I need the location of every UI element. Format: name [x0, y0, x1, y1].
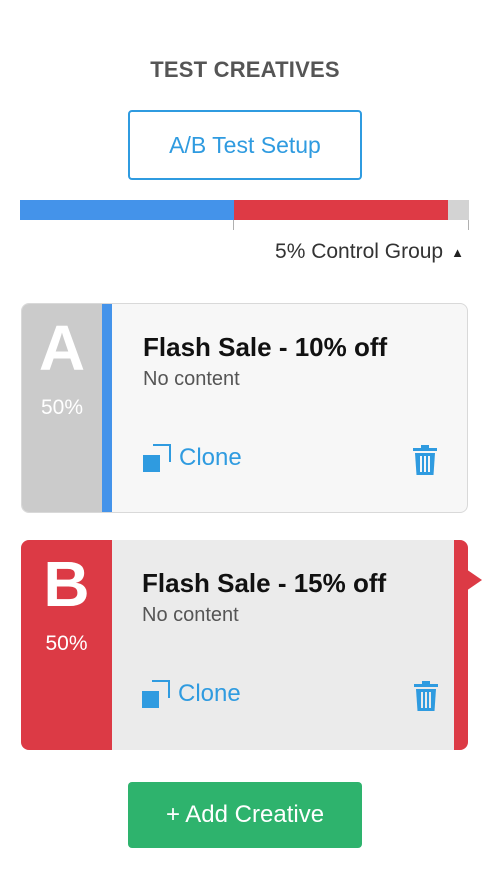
selected-pointer-arrow — [466, 569, 482, 591]
split-segment-a — [20, 200, 234, 220]
split-divider-tick — [233, 220, 234, 230]
test-creatives-panel: TEST CREATIVES A/B Test Setup 5% Control… — [0, 0, 500, 896]
creative-subtitle: No content — [143, 368, 240, 390]
split-end-tick — [468, 220, 469, 230]
ab-test-setup-button[interactable]: A/B Test Setup — [128, 110, 362, 180]
panel-title: TEST CREATIVES — [150, 57, 340, 82]
traffic-split-bar — [20, 200, 469, 220]
creative-title: Flash Sale - 10% off — [143, 332, 388, 362]
trash-icon[interactable] — [413, 681, 439, 711]
control-group-toggle[interactable]: 5% Control Group ▲ — [275, 240, 464, 264]
clone-button[interactable]: Clone — [143, 444, 242, 472]
variant-letter: A — [38, 312, 86, 384]
variant-letter: B — [43, 548, 90, 620]
clone-icon — [142, 680, 170, 708]
clone-button[interactable]: Clone — [142, 680, 241, 708]
variant-percent: 50% — [40, 396, 84, 419]
clone-label: Clone — [179, 444, 242, 471]
caret-up-icon: ▲ — [451, 244, 464, 260]
variant-badge-a: A 50% — [22, 304, 102, 512]
creative-card-a[interactable]: A 50% Flash Sale - 10% off No content Cl… — [21, 303, 468, 513]
split-segment-control — [448, 200, 469, 220]
split-segment-b — [234, 200, 448, 220]
trash-icon[interactable] — [412, 445, 438, 475]
clone-icon — [143, 444, 171, 472]
variant-color-stripe — [102, 304, 112, 512]
variant-badge-b: B 50% — [21, 540, 112, 750]
creative-title: Flash Sale - 15% off — [142, 568, 387, 598]
clone-label: Clone — [178, 680, 241, 707]
creative-card-b[interactable]: B 50% Flash Sale - 15% off No content Cl… — [21, 540, 468, 750]
control-group-label: 5% Control Group — [275, 240, 444, 263]
variant-percent: 50% — [45, 632, 88, 655]
add-creative-button[interactable]: + Add Creative — [128, 782, 362, 848]
creative-subtitle: No content — [142, 604, 239, 626]
